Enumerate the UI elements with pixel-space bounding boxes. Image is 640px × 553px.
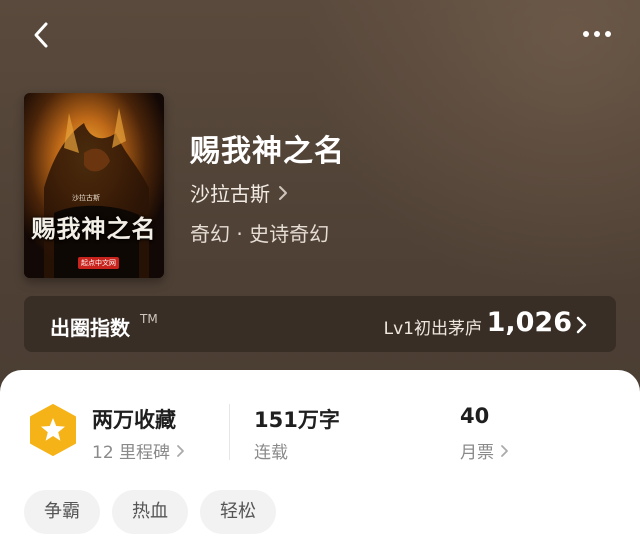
trademark-mark: TM xyxy=(140,312,158,326)
popularity-index-bar[interactable]: 出圈指数 TM Lv1初出茅庐 1,026 xyxy=(24,296,616,352)
index-value: 1,026 xyxy=(486,307,572,338)
cover-art xyxy=(24,93,164,278)
author-link[interactable]: 沙拉古斯 xyxy=(190,178,288,207)
monthly-ticket-count: 40 xyxy=(460,404,490,428)
chevron-right-icon xyxy=(501,444,508,457)
word-count: 151万字 xyxy=(254,408,340,432)
index-label: 出圈指数 xyxy=(50,316,130,340)
author-name: 沙拉古斯 xyxy=(190,182,270,206)
stats-card: 两万收藏 12 里程碑 151万字 连载 40 月票 争霸 热血 轻松 xyxy=(0,370,640,553)
chevron-right-icon xyxy=(576,316,587,334)
tag-list: 争霸 热血 轻松 xyxy=(24,490,276,534)
monthly-ticket-link[interactable]: 月票 xyxy=(460,438,509,463)
chevron-right-icon xyxy=(177,444,184,457)
book-title: 赐我神之名 xyxy=(190,134,345,169)
index-level: Lv1初出茅庐 xyxy=(383,319,482,339)
genre-label[interactable]: 奇幻 · 史诗奇幻 xyxy=(190,218,329,247)
status-label: 连载 xyxy=(254,438,288,463)
cover-publisher-logo: 起点中文网 xyxy=(78,257,119,269)
tag-chip[interactable]: 争霸 xyxy=(24,490,100,534)
book-cover[interactable]: 沙拉古斯 赐我神之名 起点中文网 xyxy=(24,93,164,278)
cover-author: 沙拉古斯 xyxy=(72,194,100,202)
tag-chip[interactable]: 轻松 xyxy=(200,490,276,534)
collection-title: 两万收藏 xyxy=(92,408,176,432)
more-button[interactable] xyxy=(578,20,618,48)
star-badge-icon xyxy=(30,404,76,456)
chevron-left-icon xyxy=(34,22,48,48)
divider xyxy=(229,404,230,460)
milestone-link[interactable]: 12 里程碑 xyxy=(92,438,185,463)
tag-chip[interactable]: 热血 xyxy=(112,490,188,534)
milestone-label: 12 里程碑 xyxy=(92,443,171,463)
more-horizontal-icon xyxy=(583,31,611,37)
serial-status: 连载 xyxy=(254,443,288,463)
cover-title: 赐我神之名 xyxy=(31,214,157,243)
chevron-right-icon xyxy=(279,185,287,200)
back-button[interactable] xyxy=(26,18,60,52)
monthly-ticket-label: 月票 xyxy=(460,443,494,463)
